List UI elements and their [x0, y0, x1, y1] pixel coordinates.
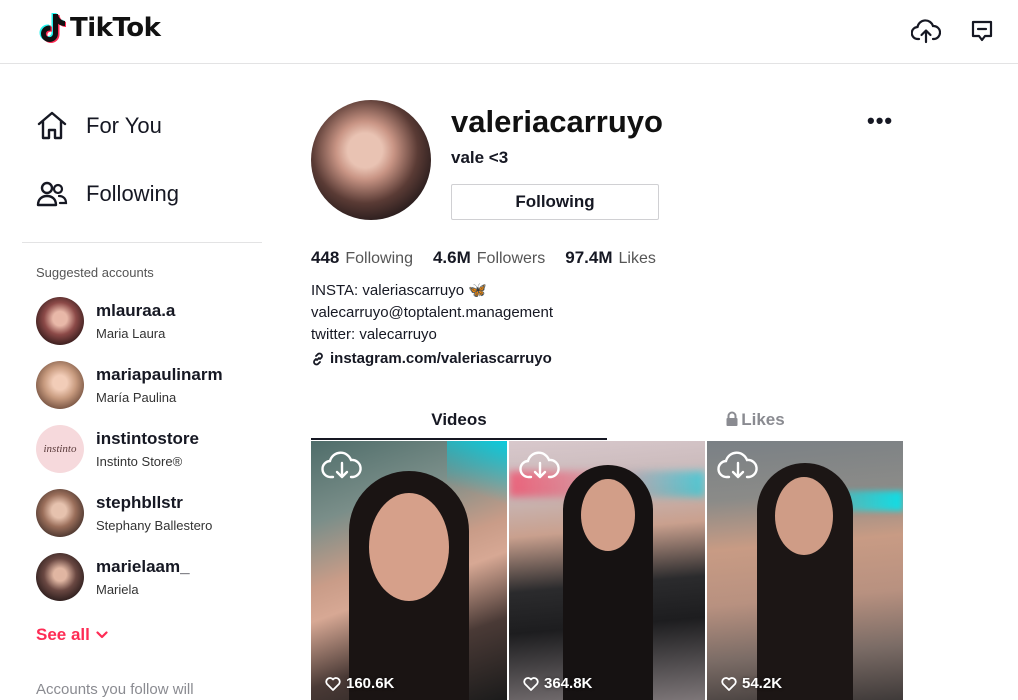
bio-line: twitter: valecarruyo — [311, 326, 437, 343]
following-button[interactable]: Following — [451, 184, 659, 220]
logo-text: TikTok — [70, 13, 161, 43]
tab-likes[interactable]: Likes — [607, 406, 903, 440]
see-all-button[interactable]: See all — [22, 609, 262, 645]
suggested-account[interactable]: mlauraa.a Maria Laura — [22, 289, 262, 353]
stat-label: Following — [345, 250, 413, 267]
video-likes: 364.8K — [523, 675, 592, 692]
download-icon — [717, 451, 758, 479]
sidebar: For You Following Suggested accounts mla… — [22, 64, 262, 700]
home-icon — [37, 111, 67, 140]
account-username: marielaam_ — [96, 557, 190, 576]
tab-label: Videos — [431, 410, 487, 429]
account-name: Maria Laura — [96, 326, 166, 341]
profile-bio: INSTA: valeriascarruyo 🦋 valecarruyo@top… — [311, 280, 553, 346]
lock-icon — [726, 411, 738, 426]
video-likes-count: 364.8K — [544, 675, 593, 692]
avatar — [36, 361, 84, 409]
nav-for-you[interactable]: For You — [22, 92, 262, 160]
account-name: María Paulina — [96, 390, 177, 405]
avatar — [36, 489, 84, 537]
bio-line: INSTA: valeriascarruyo 🦋 — [311, 282, 487, 299]
tiktok-note-icon — [39, 13, 66, 43]
nav-following[interactable]: Following — [22, 160, 262, 228]
sidebar-footer-note: Accounts you follow will — [36, 681, 194, 698]
video-face — [581, 479, 635, 551]
stat-value: 4.6M — [432, 248, 471, 267]
profile-stats: 448 Following 4.6M Followers 97.4M Likes — [311, 248, 676, 268]
tab-label: Likes — [741, 410, 785, 429]
profile-link-text: instagram.com/valeriascarruyo — [330, 350, 552, 367]
account-name: Mariela — [96, 582, 139, 597]
video-likes: 54.2K — [721, 675, 782, 692]
download-icon — [519, 451, 560, 479]
upload-button[interactable] — [911, 16, 941, 46]
cloud-upload-icon — [911, 19, 941, 44]
profile-link[interactable]: instagram.com/valeriascarruyo — [311, 350, 552, 367]
video-likes: 160.6K — [325, 675, 394, 692]
video-thumbnail[interactable]: 160.6K — [311, 441, 507, 700]
avatar: instinto — [36, 425, 84, 473]
account-username: instintostore — [96, 429, 199, 448]
stat-value: 97.4M — [565, 248, 613, 267]
account-username: stephbllstr — [96, 493, 183, 512]
suggested-account[interactable]: stephbllstr Stephany Ballestero — [22, 481, 262, 545]
video-likes-count: 160.6K — [346, 675, 395, 692]
video-thumbnail[interactable]: 364.8K — [509, 441, 705, 700]
account-username: mlauraa.a — [96, 301, 176, 320]
profile-nickname: vale <3 — [451, 148, 509, 167]
suggested-accounts-title: Suggested accounts — [36, 265, 154, 280]
download-icon — [321, 451, 362, 479]
account-name: Stephany Ballestero — [96, 518, 213, 533]
suggested-account[interactable]: instinto instintostore Instinto Store® — [22, 417, 262, 481]
account-username: mariapaulinarm — [96, 365, 223, 384]
top-bar: TikTok — [0, 0, 1018, 64]
more-options-button[interactable]: ••• — [867, 108, 893, 134]
nav-label: For You — [86, 113, 162, 138]
video-face — [775, 477, 833, 555]
stat-following[interactable]: 448 Following — [311, 248, 413, 268]
suggested-account[interactable]: marielaam_ Mariela — [22, 545, 262, 609]
chevron-down-icon — [96, 631, 108, 639]
stat-likes: 97.4M Likes — [565, 248, 656, 268]
stat-label: Followers — [476, 250, 546, 267]
video-face — [369, 493, 449, 601]
profile-username: valeriacarruyo — [451, 104, 663, 139]
video-thumbnail[interactable]: 54.2K — [707, 441, 903, 700]
profile-avatar — [311, 100, 431, 220]
profile-tabs: Videos Likes — [311, 406, 903, 440]
avatar — [36, 297, 84, 345]
tab-videos[interactable]: Videos — [311, 406, 607, 440]
nav-label: Following — [86, 181, 179, 206]
account-name: Instinto Store® — [96, 454, 183, 469]
stat-label: Likes — [618, 250, 656, 267]
heart-icon — [721, 676, 737, 691]
stat-followers[interactable]: 4.6M Followers — [433, 248, 545, 268]
heart-icon — [325, 676, 341, 691]
see-all-label: See all — [36, 625, 90, 644]
video-likes-count: 54.2K — [742, 675, 783, 692]
people-icon — [36, 181, 68, 207]
video-grid: 160.6K 364.8K 54.2K — [311, 441, 903, 700]
link-icon — [313, 352, 323, 365]
avatar — [36, 553, 84, 601]
messages-button[interactable] — [967, 16, 997, 46]
suggested-account[interactable]: mariapaulinarm María Paulina — [22, 353, 262, 417]
bio-line: valecarruyo@toptalent.management — [311, 304, 554, 321]
heart-icon — [523, 676, 539, 691]
inbox-message-icon — [971, 20, 993, 42]
stat-value: 448 — [311, 248, 340, 267]
tiktok-logo[interactable]: TikTok — [38, 12, 161, 44]
